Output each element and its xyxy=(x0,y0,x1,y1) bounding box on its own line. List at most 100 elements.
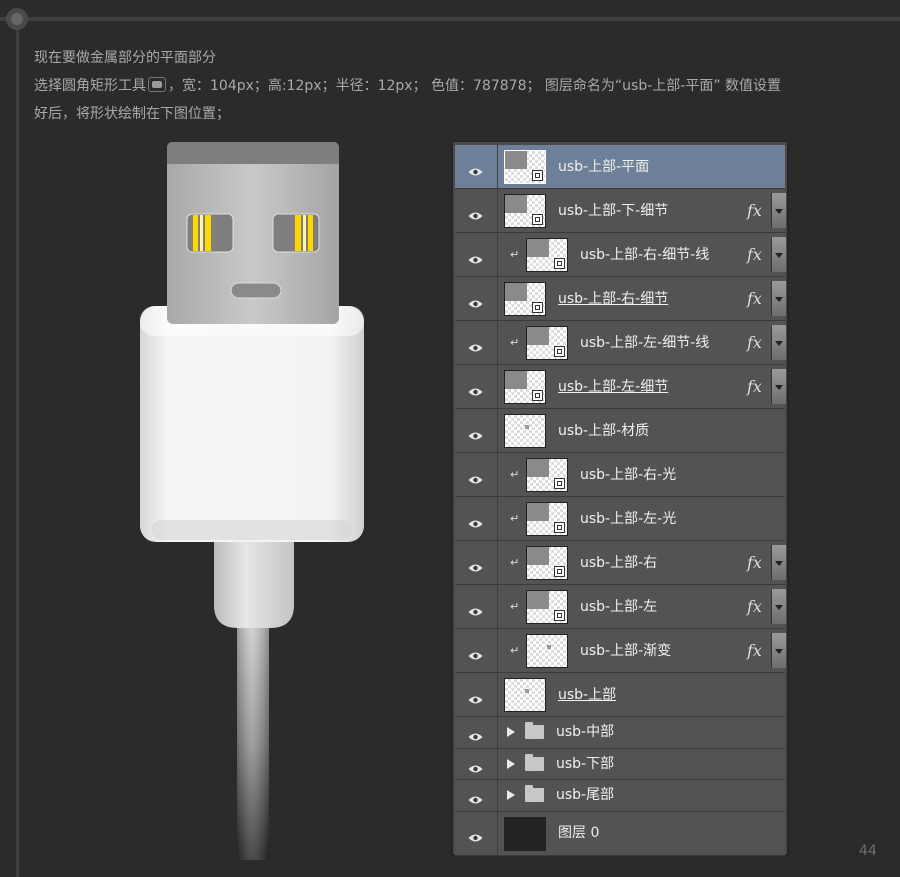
usb-neck xyxy=(214,535,294,628)
layer-row[interactable]: usb-上部 xyxy=(455,673,785,717)
eye-icon xyxy=(468,250,483,263)
layer-name[interactable]: 图层 0 xyxy=(558,824,599,842)
fx-icon[interactable]: fx xyxy=(747,641,767,661)
layers-panel: usb-上部-平面 usb-上部-下-细节 fx ↵ usb-上部-右-细节-线 fx us… xyxy=(451,140,789,856)
layer-name[interactable]: usb-上部 xyxy=(558,686,616,704)
eye-icon xyxy=(468,828,483,842)
group-name[interactable]: usb-尾部 xyxy=(556,786,614,804)
visibility-toggle[interactable] xyxy=(455,453,498,496)
visibility-toggle[interactable] xyxy=(455,541,498,584)
fx-icon[interactable]: fx xyxy=(747,597,767,617)
layer-name[interactable]: usb-上部-右-光 xyxy=(580,466,676,484)
layer-name[interactable]: usb-上部-下-细节 xyxy=(558,202,668,220)
layer-name[interactable]: usb-上部-左-细节 xyxy=(558,378,668,396)
layer-row[interactable]: ↵ usb-上部-右-光 xyxy=(455,453,785,497)
layer-name[interactable]: usb-上部-左-光 xyxy=(580,510,676,528)
eye-icon xyxy=(468,206,483,219)
instruction-line-2: 选择圆角矩形工具 ，宽：104px；高:12px；半径：12px； 色值：7878… xyxy=(34,72,884,100)
instruction-line-3: 好后，将形状绘制在下图位置； xyxy=(34,106,230,122)
effects-expand-button[interactable] xyxy=(771,325,786,360)
layer-row[interactable]: usb-上部-平面 xyxy=(455,145,785,189)
effects-expand-button[interactable] xyxy=(771,281,786,316)
visibility-toggle[interactable] xyxy=(455,321,498,364)
layer-thumbnail xyxy=(504,150,546,184)
layer-row[interactable]: ↵ usb-上部-右 fx xyxy=(455,541,786,585)
visibility-toggle[interactable] xyxy=(455,189,498,232)
layer-name[interactable]: usb-上部-渐变 xyxy=(580,642,671,660)
layer-name[interactable]: usb-上部-平面 xyxy=(558,158,649,176)
layer-thumbnail xyxy=(504,194,546,228)
layer-row[interactable]: ↵ usb-上部-渐变 fx xyxy=(455,629,786,673)
timeline-bar xyxy=(0,17,900,21)
visibility-toggle[interactable] xyxy=(455,145,498,188)
page-number: 44 xyxy=(859,843,877,859)
effects-expand-button[interactable] xyxy=(771,193,786,228)
visibility-toggle[interactable] xyxy=(455,673,498,716)
effects-expand-button[interactable] xyxy=(771,369,786,404)
clipping-mask-icon: ↵ xyxy=(510,599,520,613)
layer-row[interactable]: usb-上部-材质 xyxy=(455,409,785,453)
fx-icon[interactable]: fx xyxy=(747,377,767,397)
visibility-toggle[interactable] xyxy=(455,365,498,408)
group-name[interactable]: usb-下部 xyxy=(556,755,614,773)
usb-right-slot xyxy=(272,213,320,253)
vector-mask-icon xyxy=(554,522,565,533)
group-name[interactable]: usb-中部 xyxy=(556,723,614,741)
layer-thumbnail xyxy=(526,458,568,492)
layer-name[interactable]: usb-上部-右-细节 xyxy=(558,290,668,308)
background-layer-row[interactable]: 图层 0 xyxy=(455,811,785,856)
layer-row[interactable]: ↵ usb-上部-左 fx xyxy=(455,585,786,629)
clipping-mask-icon: ↵ xyxy=(510,555,520,569)
layer-name[interactable]: usb-上部-材质 xyxy=(558,422,649,440)
layer-thumbnail xyxy=(526,590,568,624)
layer-row[interactable]: ↵ usb-上部-右-细节-线 fx xyxy=(455,233,786,277)
layer-name[interactable]: usb-上部-左 xyxy=(580,598,657,616)
clipping-mask-icon: ↵ xyxy=(510,335,520,349)
visibility-toggle[interactable] xyxy=(455,497,498,540)
layer-name[interactable]: usb-上部-左-细节-线 xyxy=(580,334,709,352)
visibility-toggle[interactable] xyxy=(455,409,498,452)
expand-arrow-icon[interactable] xyxy=(507,727,515,738)
thumbnail-shape xyxy=(527,459,549,477)
visibility-toggle[interactable] xyxy=(455,717,498,748)
usb-flat-slot xyxy=(230,282,282,299)
effects-expand-button[interactable] xyxy=(771,237,786,272)
layer-group-row[interactable]: usb-中部 xyxy=(455,717,785,749)
layer-row[interactable]: usb-上部-右-细节 fx xyxy=(455,277,786,321)
expand-arrow-icon[interactable] xyxy=(507,758,515,769)
fx-icon[interactable]: fx xyxy=(747,553,767,573)
visibility-toggle[interactable] xyxy=(455,811,498,855)
visibility-toggle[interactable] xyxy=(455,233,498,276)
eye-icon xyxy=(468,514,483,527)
timeline-line xyxy=(16,20,19,877)
visibility-toggle[interactable] xyxy=(455,780,498,811)
thumbnail-shape xyxy=(527,503,549,521)
effects-expand-button[interactable] xyxy=(771,633,786,668)
layer-group-row[interactable]: usb-尾部 xyxy=(455,780,785,812)
thumbnail-pixel xyxy=(547,645,551,649)
expand-arrow-icon[interactable] xyxy=(507,790,515,801)
fx-icon[interactable]: fx xyxy=(747,201,767,221)
layer-name[interactable]: usb-上部-右-细节-线 xyxy=(580,246,709,264)
effects-expand-button[interactable] xyxy=(771,589,786,624)
visibility-toggle[interactable] xyxy=(455,585,498,628)
vector-mask-icon xyxy=(554,478,565,489)
effects-expand-button[interactable] xyxy=(771,545,786,580)
thumbnail-shape xyxy=(505,283,527,301)
vector-mask-icon xyxy=(554,346,565,357)
layer-name[interactable]: usb-上部-右 xyxy=(580,554,657,572)
layer-row[interactable]: usb-上部-左-细节 fx xyxy=(455,365,786,409)
visibility-toggle[interactable] xyxy=(455,748,498,779)
layer-row[interactable]: ↵ usb-上部-左-细节-线 fx xyxy=(455,321,786,365)
folder-icon xyxy=(525,722,544,740)
visibility-toggle[interactable] xyxy=(455,629,498,672)
visibility-toggle[interactable] xyxy=(455,277,498,320)
clipping-mask-icon: ↵ xyxy=(510,247,520,261)
fx-icon[interactable]: fx xyxy=(747,245,767,265)
fx-icon[interactable]: fx xyxy=(747,289,767,309)
eye-icon xyxy=(468,759,483,773)
layer-row[interactable]: ↵ usb-上部-左-光 xyxy=(455,497,785,541)
fx-icon[interactable]: fx xyxy=(747,333,767,353)
layer-row[interactable]: usb-上部-下-细节 fx xyxy=(455,189,786,233)
layer-group-row[interactable]: usb-下部 xyxy=(455,748,785,780)
